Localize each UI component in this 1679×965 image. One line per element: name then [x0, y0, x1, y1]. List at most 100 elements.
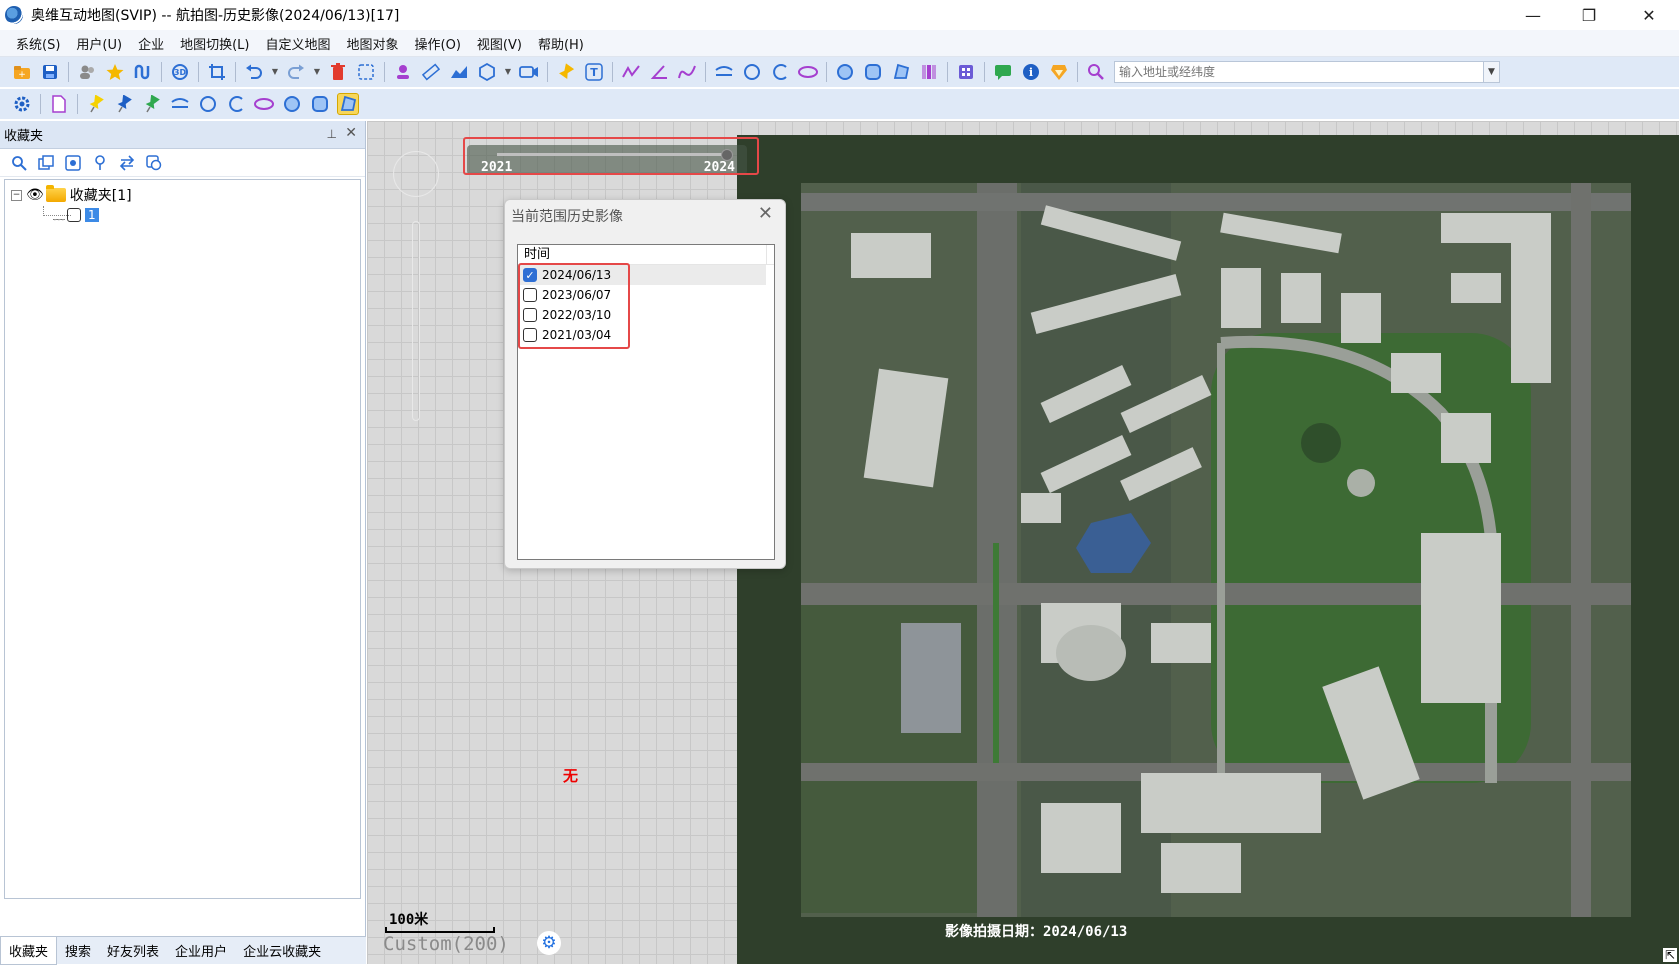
columns-icon[interactable]: [918, 61, 940, 83]
redo-icon[interactable]: [285, 61, 307, 83]
slider-highlight-box: [463, 137, 759, 175]
polygon-measure-icon[interactable]: [476, 61, 498, 83]
favorite-star-icon[interactable]: [104, 61, 126, 83]
favorites-panel: 收藏夹 ⊥ ✕ − 👁 收藏夹[1] ﹏ 1 收藏夹 搜索 好友列表 企业用户 …: [0, 121, 366, 965]
title-bar: 奥维互动地图(SVIP) -- 航拍图-历史影像(2024/06/13)[17]…: [0, 0, 1679, 30]
arc-tool-icon[interactable]: [225, 93, 247, 115]
vip-diamond-icon[interactable]: [1048, 61, 1070, 83]
polyline-tool-icon[interactable]: [620, 61, 642, 83]
locate-icon[interactable]: [62, 152, 84, 174]
circle-tool-icon[interactable]: [197, 93, 219, 115]
ellipse-tool-icon[interactable]: [253, 93, 275, 115]
select-region-icon[interactable]: [355, 61, 377, 83]
menu-operation[interactable]: 操作(O): [407, 34, 469, 53]
filled-polygon-icon[interactable]: [890, 61, 912, 83]
tab-enterprise-cloud-favorites[interactable]: 企业云收藏夹: [235, 937, 329, 965]
open-folder-icon[interactable]: +: [11, 61, 33, 83]
curve-tool-icon[interactable]: [676, 61, 698, 83]
dialog-close-button[interactable]: ✕: [758, 203, 773, 224]
zoom-level-label: Custom(200): [383, 933, 509, 955]
polygon-dropdown-icon[interactable]: ▼: [504, 61, 512, 83]
close-panel-button[interactable]: ✕: [345, 125, 357, 141]
delete-icon[interactable]: [327, 61, 349, 83]
shape-copy-icon[interactable]: [143, 152, 165, 174]
tab-search[interactable]: 搜索: [57, 937, 99, 965]
menu-user[interactable]: 用户(U): [68, 34, 130, 53]
menu-help[interactable]: 帮助(H): [530, 34, 592, 53]
menu-enterprise[interactable]: 企业: [130, 34, 172, 53]
tree-child-row[interactable]: ﹏ 1: [53, 206, 99, 223]
zoom-slider[interactable]: [412, 221, 420, 421]
person-pin-icon[interactable]: [392, 61, 414, 83]
visibility-eye-icon[interactable]: 👁: [26, 187, 44, 203]
hidden-eye-icon[interactable]: ﹏: [53, 206, 65, 223]
menu-system[interactable]: 系统(S): [8, 34, 68, 53]
address-dropdown-button[interactable]: ▼: [1484, 61, 1500, 83]
swap-icon[interactable]: [116, 152, 138, 174]
save-icon[interactable]: [39, 61, 61, 83]
resize-grip-icon[interactable]: ⇱: [1663, 948, 1677, 962]
users-icon[interactable]: [76, 61, 98, 83]
svg-text:3D: 3D: [174, 68, 187, 77]
search-icon[interactable]: [1085, 61, 1107, 83]
camera-icon[interactable]: [518, 61, 540, 83]
copy-layers-icon[interactable]: [35, 152, 57, 174]
minimize-button[interactable]: —: [1505, 0, 1561, 30]
angle-tool-icon[interactable]: [648, 61, 670, 83]
maximize-button[interactable]: ❐: [1561, 0, 1617, 30]
arc-tool-icon[interactable]: [769, 61, 791, 83]
menu-map-objects[interactable]: 地图对象: [339, 34, 407, 53]
green-pin-icon[interactable]: [141, 93, 163, 115]
document-icon[interactable]: [48, 93, 70, 115]
arc-line-icon[interactable]: [169, 93, 191, 115]
address-search-input[interactable]: [1114, 61, 1484, 83]
tab-enterprise-users[interactable]: 企业用户: [167, 937, 235, 965]
elevation-icon[interactable]: [448, 61, 470, 83]
tree-expander[interactable]: −: [11, 189, 22, 201]
filled-polygon-icon[interactable]: [337, 93, 359, 115]
close-window-button[interactable]: ✕: [1621, 0, 1677, 30]
tab-friends[interactable]: 好友列表: [99, 937, 167, 965]
ellipse-tool-icon[interactable]: [797, 61, 819, 83]
pin-icon[interactable]: ⊥: [327, 127, 337, 141]
text-tool-icon[interactable]: T: [583, 61, 605, 83]
location-pin-icon[interactable]: [89, 152, 111, 174]
compass-control[interactable]: [393, 151, 439, 197]
redo-dropdown-icon[interactable]: ▼: [313, 61, 321, 83]
undo-icon[interactable]: [243, 61, 265, 83]
building-icon[interactable]: [955, 61, 977, 83]
ruler-icon[interactable]: [420, 61, 442, 83]
circle-tool-icon[interactable]: [741, 61, 763, 83]
menu-view[interactable]: 视图(V): [469, 34, 530, 53]
3d-globe-icon[interactable]: 3D: [169, 61, 191, 83]
crop-icon[interactable]: [206, 61, 228, 83]
map-settings-gear-icon[interactable]: ⚙: [537, 931, 561, 955]
tree-root-row[interactable]: − 👁 收藏夹[1]: [11, 185, 132, 205]
list-column-header[interactable]: 时间: [518, 245, 774, 265]
tree-folder-label[interactable]: 收藏夹[1]: [70, 185, 132, 205]
toolbar-separator: [1077, 62, 1078, 82]
blue-pin-icon[interactable]: [113, 93, 135, 115]
map-canvas[interactable]: 2021 2024 当前范围历史影像 ✕ 时间 ✓ 2024/06/13 202…: [367, 121, 1679, 964]
search-icon[interactable]: [8, 152, 30, 174]
pin-marker-icon[interactable]: [555, 61, 577, 83]
filled-square-icon[interactable]: [862, 61, 884, 83]
filled-circle-icon[interactable]: [281, 93, 303, 115]
menu-map-switch[interactable]: 地图切换(L): [172, 34, 257, 53]
info-icon[interactable]: i: [1020, 61, 1042, 83]
arc-line-icon[interactable]: [713, 61, 735, 83]
toolbar-separator: [826, 62, 827, 82]
settings-gear-icon[interactable]: [11, 93, 33, 115]
toolbar-separator: [705, 62, 706, 82]
menu-custom-map[interactable]: 自定义地图: [257, 34, 338, 53]
panel-toolbar: [0, 149, 365, 177]
chat-icon[interactable]: [992, 61, 1014, 83]
filled-square-icon[interactable]: [309, 93, 331, 115]
yellow-pin-icon[interactable]: [85, 93, 107, 115]
tree-child-label[interactable]: 1: [85, 207, 99, 222]
tab-favorites[interactable]: 收藏夹: [0, 936, 58, 965]
undo-dropdown-icon[interactable]: ▼: [271, 61, 279, 83]
route-icon[interactable]: [132, 61, 154, 83]
filled-circle-icon[interactable]: [834, 61, 856, 83]
toolbar-separator: [947, 62, 948, 82]
